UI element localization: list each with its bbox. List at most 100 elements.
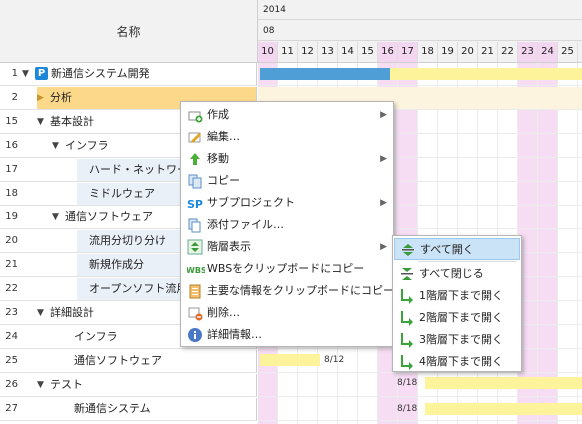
row-number: 20 [5,235,18,247]
day-header-cell: 13 [318,42,338,62]
tree-row[interactable]: 25 通信ソフトウェア [0,349,257,373]
row-number: 18 [5,187,18,199]
menu-item-attachment[interactable]: 添付ファイル… [182,214,392,236]
row-number: 16 [5,139,18,151]
collapse-arrow-icon[interactable]: ▼ [37,302,44,324]
subproject-icon: SP [187,195,203,211]
menu-item-label: 4階層下まで開く [419,355,503,368]
move-up-icon [187,151,203,167]
menu-item-edit[interactable]: 編集… [182,126,392,148]
name-column-header[interactable]: 名称 [0,0,258,62]
row-number: 25 [5,354,18,366]
collapse-arrow-icon[interactable]: ▼ [52,135,59,157]
collapse-arrow-icon[interactable]: ▼ [37,374,44,396]
tree-row[interactable]: 1 ▼ P 新通信システム開発 [0,63,257,86]
row-number: 21 [5,259,18,271]
menu-item-clipboard[interactable]: 主要な情報をクリップボードにコピー [182,280,394,302]
day-header-cell: 11 [278,42,298,62]
menu-item-label: 添付ファイル… [207,218,284,231]
menu-item-green-arrow[interactable]: 2階層下まで開く [394,307,520,329]
clipboard-icon [187,283,203,299]
green-arrow-icon [399,354,415,370]
day-header-cell: 18 [418,42,438,62]
row-label: 新通信システム開発 [51,67,150,80]
menu-item-label: 主要な情報をクリップボードにコピー [207,284,394,297]
gantt-bar-project-remaining[interactable] [390,68,582,80]
collapse-arrow-icon[interactable]: ▼ [52,206,59,228]
gantt-date-label-27: 8/18 [397,404,418,414]
row-number: 17 [5,163,18,175]
attachment-icon [187,217,203,233]
row-label: ミドルウェア [89,186,155,200]
menu-item-subproject[interactable]: SP サブプロジェクト ▶ [182,192,392,214]
month-header: 08 [258,21,582,41]
row-label: 通信ソフトウェア [74,353,162,367]
row-number: 15 [5,115,18,127]
row-number: 19 [5,211,18,223]
gantt-bar-row-26[interactable] [425,377,582,389]
submenu-arrow-icon: ▶ [380,154,387,164]
gantt-bar-row-27[interactable] [425,403,582,415]
project-icon: P [35,67,48,80]
menu-item-label: 詳細情報… [207,328,262,341]
row-number: 24 [5,330,18,342]
row-number: 23 [5,307,18,318]
expand-arrow-icon[interactable]: ▶ [37,87,44,109]
row-label: オープンソフト流用 [89,282,188,296]
green-arrow-icon [399,310,415,326]
row-label: インフラ [74,329,118,343]
info-icon [187,327,203,343]
day-header-cell: 21 [478,42,498,62]
collapse-arrow-icon[interactable]: ▼ [37,111,44,133]
menu-item-move-up[interactable]: 移動 ▶ [182,148,392,170]
submenu-arrow-icon: ▶ [380,110,387,120]
menu-item-hierarchy[interactable]: 階層表示 ▶ [182,236,392,258]
hierarchy-submenu: すべて開くすべて閉じる 1階層下まで開く 2階層下まで開く 3階層下まで開く 4階層下ま… [392,235,522,372]
row-number: 22 [5,283,18,295]
tree-row[interactable]: 26 ▼ テスト [0,373,257,397]
create-icon [187,107,203,123]
row-label: 詳細設計 [50,306,94,319]
menu-item-green-arrow[interactable]: 3階層下まで開く [394,329,520,351]
menu-item-copy[interactable]: コピー [182,170,392,192]
gantt-bar-row-25[interactable] [260,354,320,366]
svg-text:SP: SP [187,198,203,211]
row-number: 2 [11,91,18,103]
menu-item-label: 編集… [207,130,240,143]
menu-item-green-arrow[interactable]: 4階層下まで開く [394,351,520,373]
menu-item-expand-all[interactable]: すべて開く [394,238,520,260]
menu-item-label: 3階層下まで開く [419,333,503,346]
menu-item-info[interactable]: 詳細情報… [182,324,392,346]
menu-item-label: 2階層下まで開く [419,311,503,324]
collapse-all-icon [399,266,415,282]
gantt-date-label-25: 8/12 [324,355,345,365]
day-header-cell: 14 [338,42,358,62]
context-menu: 作成 ▶ 編集… 移動 ▶ コピー SP サブプロジェクト ▶ 添付ファイル… 階層表示 ▶ WBS WB… [180,101,394,347]
menu-item-green-arrow[interactable]: 1階層下まで開く [394,285,520,307]
edit-icon [187,129,203,145]
row-label: 通信ソフトウェア [65,210,153,224]
svg-text:WBS: WBS [187,266,205,275]
row-number: 27 [5,402,18,414]
collapse-arrow-icon[interactable]: ▼ [22,63,29,85]
menu-item-label: コピー [207,174,240,187]
gantt-bar-project[interactable] [260,68,390,80]
tree-row[interactable]: 27 新通信システム [0,397,257,421]
menu-item-label: 作成 [207,108,229,121]
year-header: 2014 [258,0,582,20]
row-label: 基本設計 [50,114,94,128]
wbs-icon: WBS [186,261,207,277]
menu-item-label: 階層表示 [207,240,251,253]
copy-icon [187,173,203,189]
menu-item-create[interactable]: 作成 ▶ [182,104,392,126]
day-header-cell: 25 [558,42,578,62]
menu-item-wbs[interactable]: WBS WBSをクリップボードにコピー [182,258,392,280]
menu-item-collapse-all[interactable]: すべて閉じる [394,263,520,285]
day-header-cell: 24 [538,42,558,62]
row-label: 流用分切り分け [89,234,166,248]
menu-item-label: WBSをクリップボードにコピー [207,262,365,275]
menu-item-delete[interactable]: 削除… [182,302,392,324]
day-header-cell: 19 [438,42,458,62]
row-label: 新通信システム [74,401,151,415]
green-arrow-icon [399,332,415,348]
